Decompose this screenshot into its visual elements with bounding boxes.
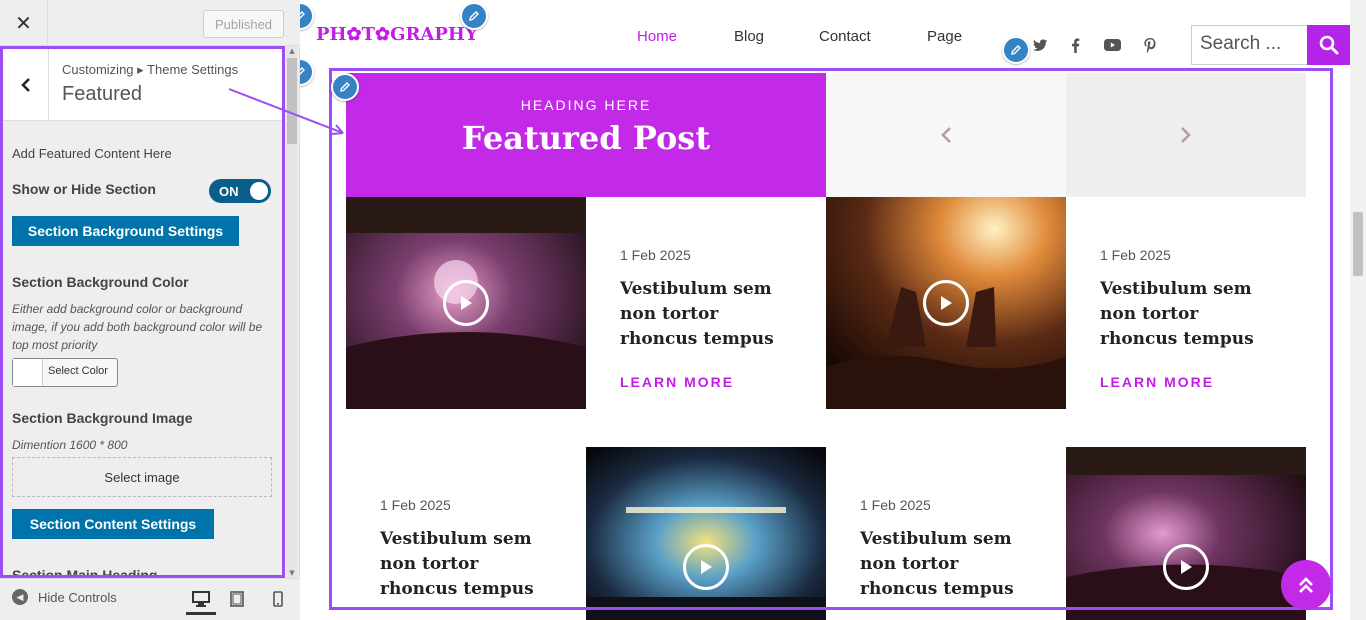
youtube-icon[interactable] [1103, 36, 1121, 54]
play-icon[interactable] [683, 544, 729, 590]
site-preview: PH✿T✿GRAPHY Home Blog Contact Page Searc… [300, 0, 1366, 620]
customizer-footer: ◀ Hide Controls [0, 578, 300, 620]
post-title[interactable]: Vestibulum sem non tortor rhoncus tempus [860, 527, 1040, 602]
site-header: PH✿T✿GRAPHY Home Blog Contact Page Searc… [300, 0, 1352, 70]
site-logo[interactable]: PH✿T✿GRAPHY [316, 24, 478, 45]
post-date: 1 Feb 2025 [380, 497, 451, 513]
chevron-left-icon [20, 78, 30, 92]
panel-scroll-thumb[interactable] [287, 58, 297, 144]
nav-contact[interactable]: Contact [819, 28, 871, 45]
learn-more-link[interactable]: LEARN MORE [620, 374, 734, 390]
post-image[interactable] [346, 197, 586, 409]
scroll-up-arrow[interactable]: ▲ [286, 46, 298, 56]
edit-logo-icon[interactable] [460, 2, 488, 30]
bg-image-label: Section Background Image [12, 410, 193, 426]
play-icon[interactable] [1163, 544, 1209, 590]
nav-page[interactable]: Page [927, 28, 962, 45]
post-date: 1 Feb 2025 [860, 497, 931, 513]
learn-more-link[interactable]: LEARN MORE [1100, 374, 1214, 390]
desktop-icon [192, 590, 210, 607]
show-hide-label: Show or Hide Section [12, 181, 156, 197]
double-chevron-up-icon [1299, 577, 1313, 593]
bg-color-label: Section Background Color [12, 274, 189, 290]
back-button[interactable] [3, 49, 49, 121]
post-image[interactable] [1066, 447, 1306, 620]
breadcrumb: Customizing ▸ Theme Settings [62, 62, 239, 77]
tablet-preview-button[interactable] [227, 589, 247, 609]
content-settings-button[interactable]: Section Content Settings [12, 509, 214, 539]
section-header: Customizing ▸ Theme Settings Featured [3, 49, 282, 121]
section-title: Featured [62, 83, 143, 105]
facebook-icon[interactable] [1066, 36, 1084, 54]
edit-featured-icon[interactable] [331, 73, 359, 101]
featured-section-panel: Customizing ▸ Theme Settings Featured Ad… [0, 46, 285, 578]
intro-text: Add Featured Content Here [12, 146, 172, 161]
search-button[interactable] [1307, 25, 1350, 65]
chevron-left-icon [941, 127, 951, 143]
customizer-header: ✕ Published [0, 0, 300, 46]
main-heading-label: Section Main Heading [12, 567, 158, 578]
mobile-icon [273, 591, 283, 607]
toggle-knob [250, 182, 268, 200]
preview-scrollbar[interactable] [1350, 0, 1366, 620]
hide-controls-button[interactable]: ◀ Hide Controls [12, 589, 117, 605]
background-settings-button[interactable]: Section Background Settings [12, 216, 239, 246]
tablet-icon [230, 591, 244, 607]
post-image[interactable] [826, 197, 1066, 409]
post-image[interactable] [586, 447, 826, 620]
nav-home[interactable]: Home [637, 28, 677, 45]
section-heading: Featured Post [461, 119, 711, 157]
search-input[interactable]: Search ... [1191, 25, 1308, 65]
post-title[interactable]: Vestibulum sem non tortor rhoncus tempus [380, 527, 560, 602]
published-button[interactable]: Published [203, 10, 284, 38]
scroll-to-top-button[interactable] [1281, 560, 1331, 610]
slider-next-button[interactable] [1066, 73, 1306, 197]
scroll-down-arrow[interactable]: ▼ [286, 568, 298, 578]
hide-controls-label: Hide Controls [38, 589, 117, 605]
post-date: 1 Feb 2025 [620, 247, 691, 263]
post-title[interactable]: Vestibulum sem non tortor rhoncus tempus [620, 277, 800, 352]
chevron-right-icon [1181, 127, 1191, 143]
select-color-button[interactable]: Select Color [12, 358, 118, 387]
edit-social-icon[interactable] [1002, 36, 1030, 64]
collapse-icon: ◀ [12, 589, 28, 605]
show-hide-toggle[interactable]: ON [209, 179, 271, 203]
section-subheading: HEADING HERE [520, 97, 652, 113]
select-image-button[interactable]: Select image [12, 457, 272, 497]
featured-heading-block: HEADING HERE Featured Post [346, 73, 826, 197]
search-icon [1319, 35, 1338, 55]
post-card: 1 Feb 2025 Vestibulum sem non tortor rho… [346, 447, 586, 620]
post-title[interactable]: Vestibulum sem non tortor rhoncus tempus [1100, 277, 1280, 352]
post-card: 1 Feb 2025 Vestibulum sem non tortor rho… [1066, 197, 1306, 409]
play-icon[interactable] [443, 280, 489, 326]
bg-color-description: Either add background color or backgroun… [12, 302, 263, 352]
post-card: 1 Feb 2025 Vestibulum sem non tortor rho… [826, 447, 1066, 620]
nav-blog[interactable]: Blog [734, 28, 764, 45]
slider-prev-button[interactable] [826, 73, 1066, 197]
mobile-preview-button[interactable] [268, 589, 288, 609]
desktop-preview-button[interactable] [186, 585, 216, 615]
select-color-label: Select Color [48, 365, 108, 377]
bg-image-dimension: Dimention 1600 * 800 [12, 438, 128, 452]
play-icon[interactable] [923, 280, 969, 326]
toggle-state: ON [219, 184, 239, 199]
customizer-panel: ✕ Published Customizing ▸ Theme Settings… [0, 0, 300, 620]
pinterest-icon[interactable] [1141, 36, 1159, 54]
panel-scrollbar[interactable]: ▲ ▼ [286, 46, 298, 578]
color-swatch [13, 359, 43, 386]
post-date: 1 Feb 2025 [1100, 247, 1171, 263]
post-card: 1 Feb 2025 Vestibulum sem non tortor rho… [586, 197, 826, 409]
close-customizer-button[interactable]: ✕ [0, 0, 48, 46]
preview-scroll-thumb[interactable] [1353, 212, 1363, 276]
twitter-icon[interactable] [1031, 36, 1049, 54]
